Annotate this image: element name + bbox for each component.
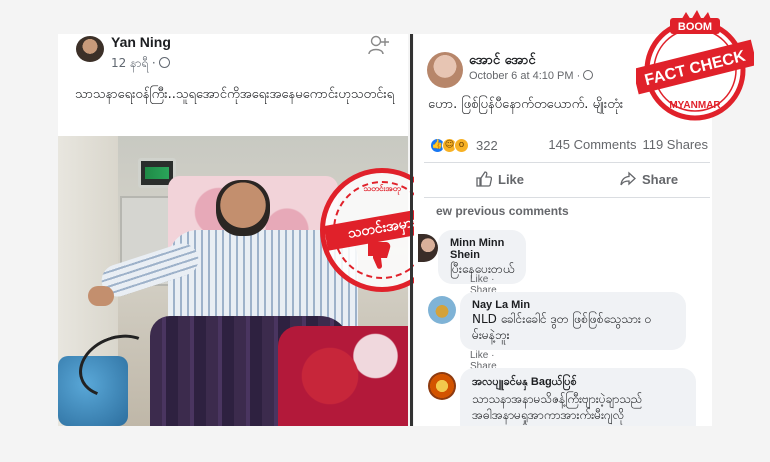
comments-count[interactable]: 145 Comments	[548, 137, 636, 152]
badge-top-text: BOOM	[678, 21, 712, 33]
avatar[interactable]	[418, 234, 438, 262]
like-label: Like	[498, 171, 525, 187]
post-timestamp: October 6 at 4:10 PM ·	[469, 70, 594, 82]
post-time[interactable]: October 6 at 4:10 PM ·	[469, 70, 580, 82]
left-post-header: Yan Ning 12 နာရီ · သာသနာရေးဝန်ကြီး..သူရအ…	[58, 34, 408, 106]
reaction-summary[interactable]: 👍 ☺ o 322	[430, 136, 498, 154]
comment-text: NLD ခေါင်းခေါင် ဒွတ ဖြစ်ဖြစ်သွေသား ဝ	[472, 312, 652, 326]
view-previous-comments-link[interactable]: ew previous comments	[436, 204, 569, 218]
wow-reaction-icon: o	[454, 137, 469, 153]
avatar[interactable]	[427, 52, 463, 88]
like-button[interactable]: Like	[476, 171, 524, 187]
panel-divider	[410, 34, 413, 426]
comment-bubble: Nay La Min NLD ခေါင်းခေါင် ဒွတ ဖြစ်ဖြစ်သ…	[460, 292, 686, 350]
shares-count[interactable]: 119 Shares	[642, 137, 708, 152]
comment-author[interactable]: Nay La Min	[472, 299, 674, 311]
avatar[interactable]	[428, 372, 456, 400]
comment-bubble: အလပျူခင်မနှ Bagယ်ပြစ် သာသနာအနာမသိဇန့်ကြီ…	[460, 368, 696, 426]
fact-check-graphic: Yan Ning 12 နာရီ · သာသနာရေးဝန်ကြီး..သူရအ…	[0, 0, 770, 462]
badge-bottom-text: MYANMAR	[669, 100, 721, 111]
comment-author[interactable]: အလပျူခင်မနှ Bagယ်ပြစ်	[472, 375, 684, 391]
comment-text-line2: အဓါအနာမရှုအာကာအားက်းမီးဂျလို	[472, 408, 625, 422]
post-time: 12 နာရီ ·	[111, 56, 156, 70]
avatar[interactable]	[76, 36, 104, 62]
engagement-counts: 145 Comments 119 Shares	[548, 137, 708, 152]
avatar[interactable]	[428, 296, 456, 324]
share-label: Share	[642, 171, 679, 187]
boom-fact-check-badge: BOOM FACT CHECK MYANMAR	[636, 10, 754, 121]
post-action-bar: Like Share	[424, 162, 710, 198]
patient-head	[216, 180, 270, 236]
globe-icon	[583, 70, 594, 80]
share-arrow-icon	[620, 171, 636, 186]
post-timestamp: 12 နာရီ ·	[111, 55, 170, 73]
post-author-name[interactable]: Yan Ning	[111, 34, 171, 50]
post-caption: သာသနာရေးဝန်ကြီး..သူရအောင်ကိုအရေးအနေမကောင…	[75, 87, 395, 102]
thumbs-down-icon	[368, 242, 391, 269]
reaction-count: 322	[476, 137, 498, 153]
globe-icon	[158, 57, 170, 68]
share-button[interactable]: Share	[620, 171, 678, 187]
comment-text-line2: မ်းမနဲ့ဘူး	[472, 328, 510, 342]
thumbs-up-icon	[476, 171, 492, 187]
comment-text: သာသနာအနာမသိဇန့်ကြီးဗျားပဲ့ချာသည်	[472, 392, 643, 406]
post-author-name[interactable]: အောင် အောင်	[469, 52, 536, 71]
add-friend-icon[interactable]	[368, 34, 390, 56]
comment-author[interactable]: Minn Minn Shein	[450, 237, 514, 261]
